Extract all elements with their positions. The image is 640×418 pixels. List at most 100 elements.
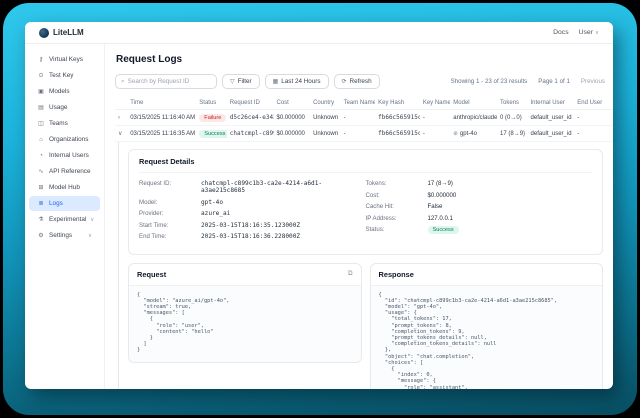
col-status: Status: [196, 97, 226, 110]
sidebar-item-test-key[interactable]: ⊙ Test Key: [29, 68, 100, 83]
response-card-title: Response: [379, 270, 414, 279]
cell-cost: $0.000000: [274, 110, 311, 126]
cell-tokens: 17 (8→9): [497, 126, 527, 142]
status-badge: Success: [199, 130, 226, 138]
col-internal-user: Internal User: [528, 97, 575, 110]
col-end-user: End User: [574, 97, 613, 110]
cell-team-name: -: [341, 126, 376, 142]
sidebar-item-label: Internal Users: [49, 152, 89, 159]
refresh-icon: ⟳: [342, 78, 347, 85]
sidebar-item-label: Organizations: [49, 136, 88, 143]
search-box[interactable]: ⌕: [115, 74, 217, 89]
usage-chart-icon: ▤: [37, 104, 45, 111]
time-range-label: Last 24 Hours: [281, 78, 320, 85]
sidebar-item-models[interactable]: ▣ Models: [29, 84, 100, 99]
detail-value-model: gpt-4o: [201, 199, 223, 206]
brand: LiteLLM: [39, 28, 84, 38]
cell-cost: $0.000000: [274, 126, 311, 142]
detail-value-ip-address: 127.0.0.1: [428, 215, 453, 222]
sidebar-item-label: Settings: [49, 232, 72, 239]
cell-request-id: chatcmpl-c899...: [227, 126, 274, 142]
sidebar-item-settings[interactable]: ⚙ Settings ∨: [29, 228, 100, 243]
detail-label: Start Time:: [139, 222, 201, 229]
request-details-card: Request Details Request ID:chatcmpl-c899…: [128, 149, 603, 255]
collapse-row-icon[interactable]: ∨: [118, 131, 122, 137]
topbar: LiteLLM Docs User ∨: [25, 22, 613, 44]
sidebar-item-experimental[interactable]: ⚗ Experimental ∨: [29, 212, 100, 227]
filter-button-label: Filter: [238, 78, 252, 85]
brand-name: LiteLLM: [53, 28, 84, 37]
sidebar-item-teams[interactable]: ◫ Teams: [29, 116, 100, 131]
results-count: Showing 1 - 23 of 23 results: [451, 78, 528, 85]
sidebar-item-label: Model Hub: [49, 184, 80, 191]
cell-internal-user: default_user_id: [528, 110, 575, 126]
sidebar-item-usage[interactable]: ▤ Usage: [29, 100, 100, 115]
search-input[interactable]: [128, 78, 211, 85]
col-time: Time: [127, 97, 196, 110]
response-json: { "id": "chatcmpl-c899c1b3-ca2e-4214-a6d…: [371, 286, 603, 390]
user-menu[interactable]: User ∨: [579, 29, 599, 36]
col-model: Model: [450, 97, 497, 110]
docs-link[interactable]: Docs: [553, 29, 569, 36]
sidebar-item-virtual-keys[interactable]: ⚷ Virtual Keys: [29, 52, 100, 67]
sidebar-item-organizations[interactable]: ⌂ Organizations: [29, 132, 100, 147]
request-card-title: Request: [137, 270, 166, 279]
previous-page-button[interactable]: Previous: [581, 78, 605, 85]
copy-icon[interactable]: ⧉: [348, 270, 353, 278]
cell-time: 03/15/2025 11:16:35 AM: [127, 126, 196, 142]
detail-value-provider: azure_ai: [201, 210, 230, 217]
col-expander: [115, 97, 127, 110]
cell-country: Unknown: [310, 126, 340, 142]
grid-icon: ⊞: [37, 184, 45, 191]
toolbar: ⌕ ▽ Filter ▦ Last 24 Hours ⟳ Refresh Sho…: [115, 74, 605, 89]
table-header-row: Time Status Request ID Cost Country Team…: [115, 97, 613, 110]
request-logs-table: Time Status Request ID Cost Country Team…: [115, 97, 613, 142]
col-key-name: Key Name: [420, 97, 450, 110]
gear-icon: ⚙: [37, 232, 45, 239]
topnav: Docs User ∨: [553, 29, 599, 36]
user-menu-label: User: [579, 29, 593, 36]
detail-label: Request ID:: [139, 180, 201, 194]
teams-icon: ◫: [37, 120, 45, 127]
models-icon: ▣: [37, 88, 45, 95]
refresh-button[interactable]: ⟳ Refresh: [334, 74, 380, 89]
sidebar-item-label: API Reference: [49, 168, 91, 175]
detail-label: Provider:: [139, 210, 201, 217]
request-json-code: { "model": "azure_ai/gpt-4o", "stream": …: [137, 292, 353, 354]
model-name: gpt-4o: [460, 131, 477, 137]
search-icon: ⌕: [121, 78, 125, 86]
sidebar-item-api-reference[interactable]: ∿ API Reference: [29, 164, 100, 179]
sidebar-item-model-hub[interactable]: ⊞ Model Hub: [29, 180, 100, 195]
cell-key-hash: fb66c565915c6...: [375, 126, 420, 142]
openai-model-icon: ⊛: [453, 131, 458, 137]
sidebar-item-logs[interactable]: ≣ Logs: [29, 196, 100, 211]
sidebar-item-label: Experimental: [49, 216, 86, 223]
table-row[interactable]: ∨ 03/15/2025 11:16:35 AM Success chatcmp…: [115, 126, 613, 142]
key-icon: ⚷: [37, 56, 45, 63]
detail-value-tokens: 17 (8→9): [428, 180, 453, 187]
detail-value-request-id: chatcmpl-c899c1b3-ca2e-4214-a6d1-a3ae215…: [201, 180, 366, 194]
sidebar-item-internal-users[interactable]: ◔ Internal Users: [29, 148, 100, 163]
filter-button[interactable]: ▽ Filter: [222, 74, 260, 89]
cell-internal-user: default_user_id: [528, 126, 575, 142]
building-icon: ⌂: [37, 137, 45, 143]
request-card: Request ⧉ { "model": "azure_ai/gpt-4o", …: [128, 263, 362, 363]
sidebar-item-label: Usage: [49, 104, 67, 111]
details-left-column: Request ID:chatcmpl-c899c1b3-ca2e-4214-a…: [139, 180, 366, 245]
cell-time: 03/15/2025 11:16:40 AM: [127, 110, 196, 126]
table-row[interactable]: › 03/15/2025 11:16:40 AM Failure d5c26ce…: [115, 110, 613, 126]
status-badge: Failure: [199, 114, 226, 122]
detail-label: Status:: [366, 226, 428, 234]
detail-label: End Time:: [139, 233, 201, 240]
details-right-column: Tokens:17 (8→9) Cost:$0.000000 Cache Hit…: [366, 180, 593, 245]
cell-tokens: 0 (0→0): [497, 110, 527, 126]
detail-label: Cache Hit:: [366, 203, 428, 210]
response-card: Response { "id": "chatcmpl-c899c1b3-ca2e…: [370, 263, 604, 390]
cell-end-user: -: [574, 110, 613, 126]
expand-row-icon[interactable]: ›: [118, 115, 120, 121]
flask-icon: ⚗: [37, 216, 45, 223]
time-range-button[interactable]: ▦ Last 24 Hours: [265, 74, 329, 89]
col-request-id: Request ID: [227, 97, 274, 110]
cell-model: anthropic/claude-...: [450, 110, 497, 126]
litellm-logo-icon: [39, 28, 49, 38]
